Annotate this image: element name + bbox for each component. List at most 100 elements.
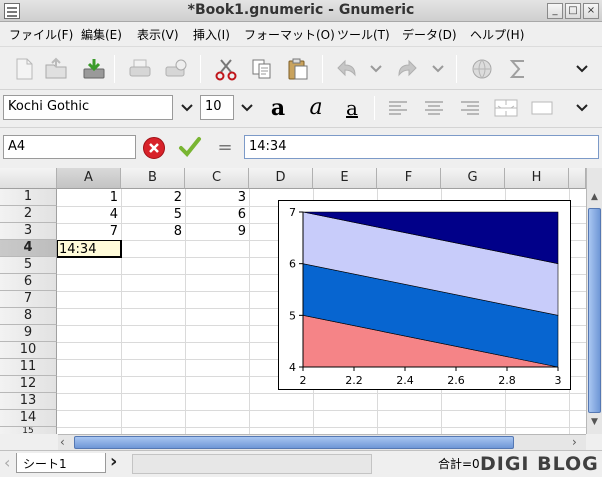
row-header-9[interactable]: 9: [0, 325, 57, 342]
horizontal-scrollbar[interactable]: ‹ ›: [58, 434, 586, 450]
cell-a1[interactable]: 1: [57, 189, 121, 206]
formula-input[interactable]: 14:34: [244, 135, 599, 159]
bold-button[interactable]: a: [264, 95, 292, 121]
row-header-10[interactable]: 10: [0, 342, 57, 359]
borders-icon[interactable]: [528, 95, 556, 120]
align-left-icon[interactable]: [384, 95, 412, 120]
cell-b2[interactable]: 5: [121, 206, 185, 223]
standard-toolbar: [0, 46, 602, 90]
cell-b3[interactable]: 8: [121, 223, 185, 240]
vertical-scrollbar[interactable]: ▲ ▼: [586, 168, 602, 434]
save-icon[interactable]: [80, 55, 108, 83]
cell-a4-value: 14:34: [59, 242, 97, 257]
italic-button[interactable]: a: [302, 95, 330, 120]
font-name-field[interactable]: Kochi Gothic: [3, 95, 173, 120]
undo-dropdown-icon[interactable]: [362, 55, 390, 83]
column-header-a[interactable]: A: [57, 168, 121, 189]
open-file-icon[interactable]: [42, 55, 70, 83]
row-header-8[interactable]: 8: [0, 308, 57, 325]
cut-icon[interactable]: [212, 55, 240, 83]
column-header-c[interactable]: C: [185, 168, 249, 189]
hyperlink-icon[interactable]: [468, 55, 496, 83]
y-tick-label: 7: [289, 206, 296, 219]
prev-sheet-icon[interactable]: ‹: [4, 453, 10, 472]
merge-center-icon[interactable]: [492, 95, 520, 120]
align-right-icon[interactable]: [456, 95, 484, 120]
row-header-13[interactable]: 13: [0, 393, 57, 410]
cell-a2[interactable]: 4: [57, 206, 121, 223]
cancel-edit-icon[interactable]: [142, 136, 166, 160]
scroll-right-icon[interactable]: ›: [572, 435, 584, 449]
format-overflow-icon[interactable]: [568, 95, 596, 120]
row-header-12[interactable]: 12: [0, 376, 57, 393]
row-header-7[interactable]: 7: [0, 291, 57, 308]
formula-equals-button[interactable]: =: [215, 137, 235, 158]
font-name-dropdown-icon[interactable]: [176, 95, 198, 120]
menu-format[interactable]: フォーマット(O): [244, 26, 335, 43]
menu-edit[interactable]: 編集(E): [81, 26, 122, 43]
vertical-scroll-thumb[interactable]: [588, 208, 601, 413]
column-header-f[interactable]: F: [377, 168, 441, 189]
toolbar-overflow-icon[interactable]: [568, 55, 596, 83]
x-tick-label: 2: [300, 374, 307, 387]
print-icon[interactable]: [126, 55, 154, 83]
row-header-4[interactable]: 4: [0, 240, 57, 257]
row-header-5[interactable]: 5: [0, 257, 57, 274]
print-preview-icon[interactable]: [162, 55, 190, 83]
sum-icon[interactable]: [504, 55, 532, 83]
menu-view[interactable]: 表示(V): [137, 26, 179, 43]
paste-icon[interactable]: [284, 55, 312, 83]
column-header-g[interactable]: G: [441, 168, 505, 189]
underline-button[interactable]: a: [338, 95, 366, 120]
scroll-left-icon[interactable]: ‹: [60, 435, 72, 449]
scroll-down-icon[interactable]: ▼: [589, 417, 600, 431]
maximize-button[interactable]: □: [565, 3, 581, 19]
align-center-icon[interactable]: [420, 95, 448, 120]
copy-icon[interactable]: [248, 55, 276, 83]
new-file-icon[interactable]: [10, 55, 38, 83]
row-header-15[interactable]: 15: [0, 427, 57, 434]
row-header-3[interactable]: 3: [0, 223, 57, 240]
cell-c2[interactable]: 6: [185, 206, 249, 223]
column-header-partial: [569, 168, 586, 189]
font-size-dropdown-icon[interactable]: [236, 95, 258, 120]
y-tick-label: 6: [289, 258, 296, 271]
cell-c1[interactable]: 3: [185, 189, 249, 206]
title-bar: *Book1.gnumeric - Gnumeric _ □ ×: [0, 0, 602, 22]
next-sheet-icon[interactable]: ›: [110, 451, 117, 472]
redo-icon[interactable]: [394, 55, 422, 83]
font-size-field[interactable]: 10: [200, 95, 234, 120]
row-header-14[interactable]: 14: [0, 410, 57, 427]
select-all-corner[interactable]: [0, 168, 57, 189]
row-header-6[interactable]: 6: [0, 274, 57, 291]
menu-help[interactable]: ヘルプ(H): [470, 26, 524, 43]
column-header-b[interactable]: B: [121, 168, 185, 189]
row-header-2[interactable]: 2: [0, 206, 57, 223]
area-chart[interactable]: 4 5 6 7 2 2.2 2.4 2.6 2.8 3: [278, 200, 571, 390]
redo-dropdown-icon[interactable]: [424, 55, 452, 83]
cell-c3[interactable]: 9: [185, 223, 249, 240]
column-header-d[interactable]: D: [249, 168, 313, 189]
cell-b1[interactable]: 2: [121, 189, 185, 206]
menu-file[interactable]: ファイル(F): [9, 26, 73, 43]
row-header-11[interactable]: 11: [0, 359, 57, 376]
cell-reference-box[interactable]: A4: [3, 135, 136, 159]
menu-insert[interactable]: 挿入(I): [193, 26, 230, 43]
accept-edit-icon[interactable]: [178, 135, 202, 159]
undo-icon[interactable]: [332, 55, 360, 83]
sheet-tab[interactable]: シート1: [16, 453, 106, 473]
menu-data[interactable]: データ(D): [402, 26, 457, 43]
cell-a3[interactable]: 7: [57, 223, 121, 240]
status-message-area: [132, 454, 372, 474]
active-cell-a4[interactable]: 14:34: [57, 240, 122, 258]
column-header-h[interactable]: H: [505, 168, 569, 189]
minimize-button[interactable]: _: [547, 3, 563, 19]
close-window-button[interactable]: ×: [583, 3, 599, 19]
menu-tools[interactable]: ツール(T): [337, 26, 390, 43]
x-tick-label: 3: [555, 374, 562, 387]
scroll-up-icon[interactable]: ▲: [589, 192, 600, 206]
x-tick-label: 2.6: [447, 374, 465, 387]
row-header-1[interactable]: 1: [0, 189, 57, 206]
column-header-e[interactable]: E: [313, 168, 377, 189]
horizontal-scroll-thumb[interactable]: [74, 436, 514, 449]
